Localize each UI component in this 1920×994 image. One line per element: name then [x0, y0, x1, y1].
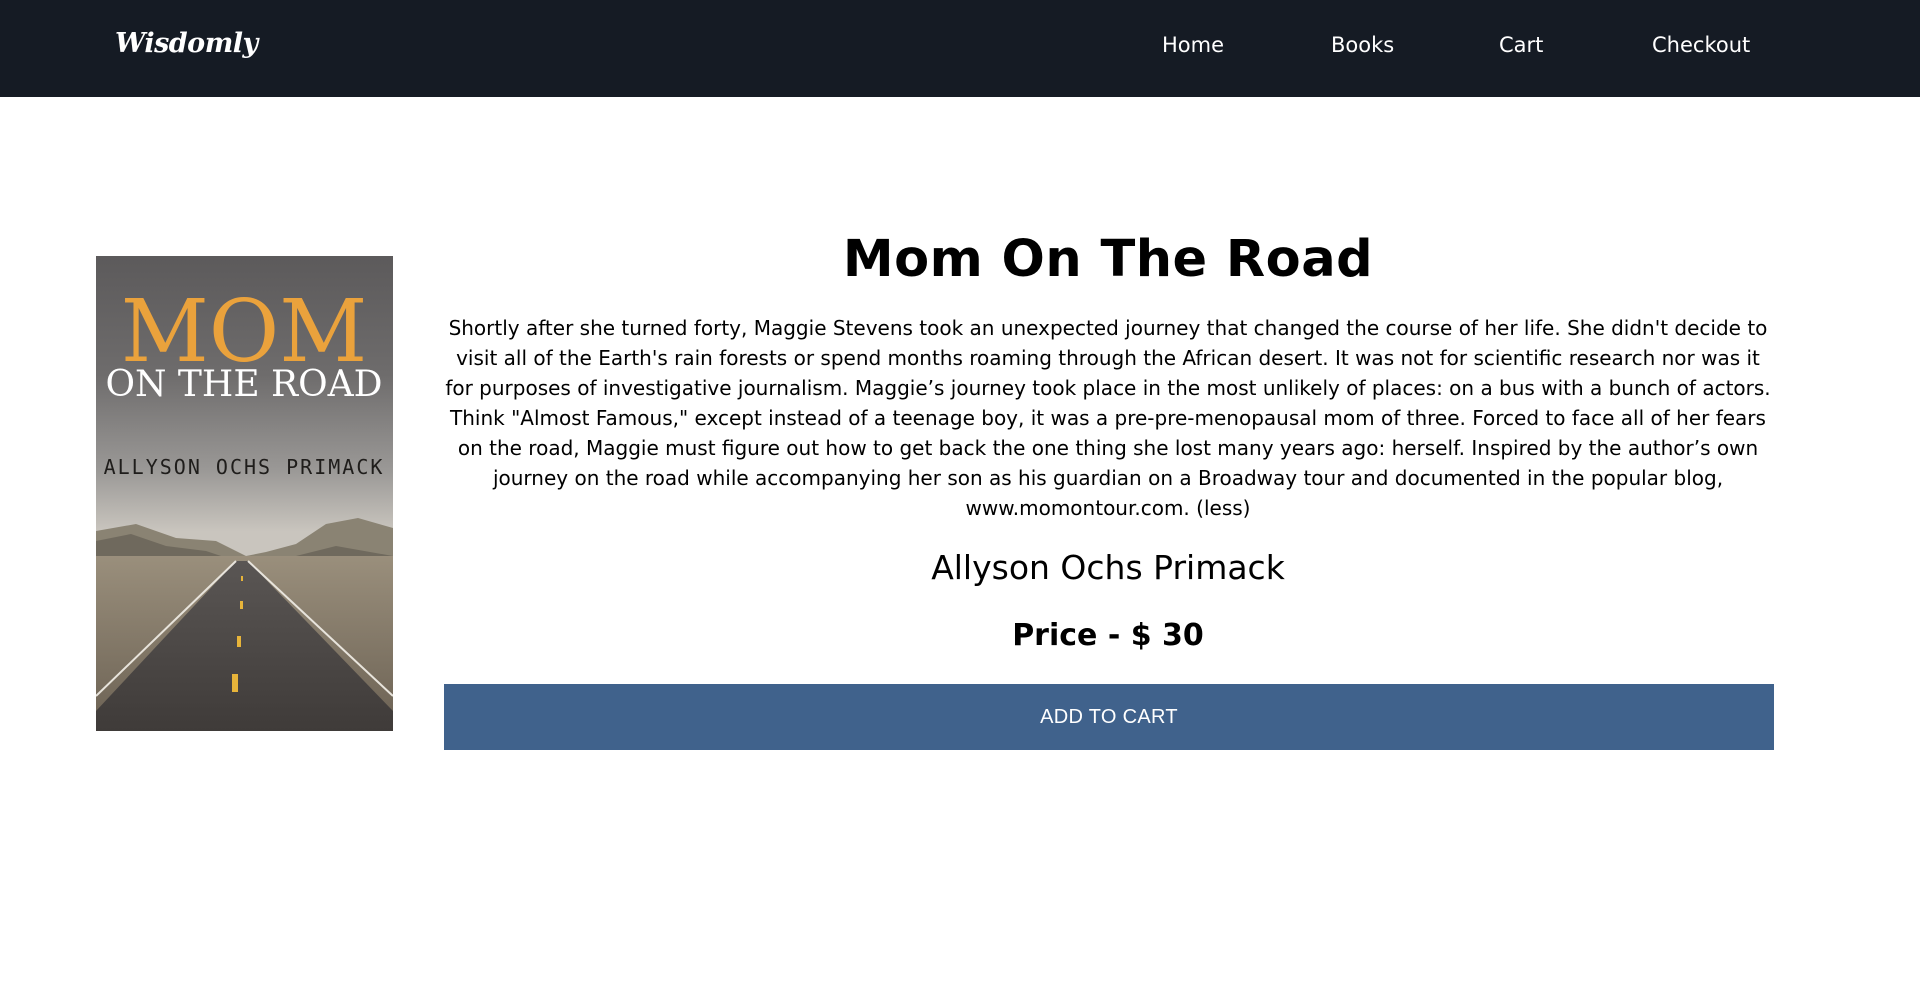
- book-price: Price - $ 30: [1012, 618, 1204, 653]
- nav-link-home[interactable]: Home: [1162, 33, 1224, 57]
- nav-link-cart[interactable]: Cart: [1499, 33, 1543, 57]
- book-author: Allyson Ochs Primack: [931, 548, 1285, 587]
- book-title: Mom On The Road: [842, 230, 1374, 289]
- book-description: Shortly after she turned forty, Maggie S…: [445, 316, 1771, 520]
- add-to-cart-button[interactable]: ADD TO CART: [444, 684, 1774, 750]
- book-details: Mom On The Road Shortly after she turned…: [440, 220, 1776, 750]
- nav-link-books[interactable]: Books: [1331, 33, 1394, 57]
- nav-link-checkout[interactable]: Checkout: [1652, 33, 1750, 57]
- cover-title-road: ON THE ROAD: [105, 364, 382, 405]
- book-cover-image: MOM ON THE ROAD ALLYSON OCHS PRIMACK: [96, 256, 393, 731]
- top-navbar: Wisdomly Home Books Cart Checkout: [0, 0, 1920, 97]
- site-logo[interactable]: Wisdomly: [115, 28, 258, 59]
- cover-author: ALLYSON OCHS PRIMACK: [104, 455, 385, 479]
